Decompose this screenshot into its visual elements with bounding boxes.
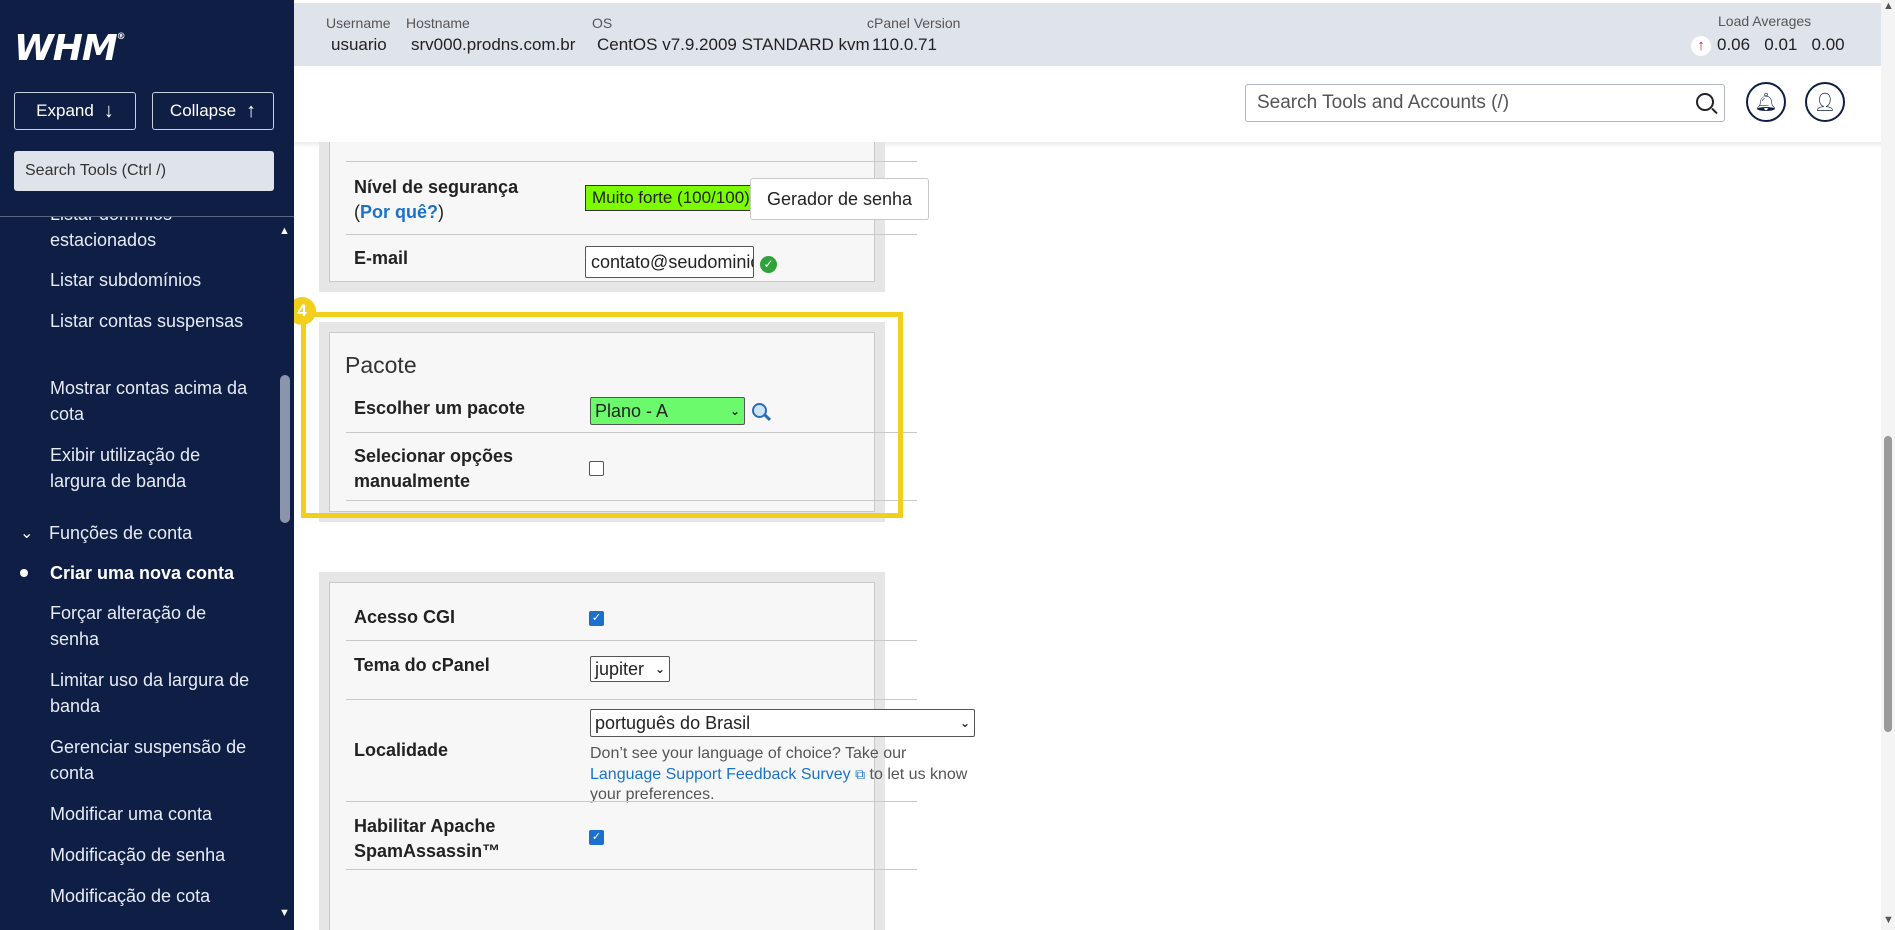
check-ok-icon: ✓ [760,256,777,273]
search-icon[interactable] [1696,93,1714,111]
tools-search-input[interactable]: Search Tools and Accounts (/) [1245,84,1725,122]
security-level-label: Nível de segurança (Por quê?) [354,175,518,225]
load-averages-label: Load Averages [1718,13,1812,29]
arrow-down-icon: ↓ [103,99,114,122]
security-level-text: Nível de segurança [354,177,519,197]
os-value: CentOS v7.9.2009 STANDARD kvm [597,35,870,54]
language-survey-link[interactable]: Language Support Feedback Survey [590,766,851,783]
row-divider [346,801,917,802]
row-divider [346,234,917,235]
os-info: OS CentOS v7.9.2009 STANDARD kvm [592,15,870,55]
username-value: usuario [331,35,387,54]
server-info-bar: Username usuario Hostname srv000.prodns.… [294,0,1895,66]
scroll-down-icon[interactable]: ▼ [279,907,290,919]
username-label: Username [326,15,391,31]
cgi-access-checkbox[interactable]: ✓ [589,611,604,626]
email-field[interactable]: contato@seudominio.com [585,246,754,278]
whm-logo[interactable]: WHM® [14,28,126,69]
hostname-info: Hostname srv000.prodns.com.br [406,15,575,55]
why-link[interactable]: Por quê? [360,202,438,222]
password-strength-meter: Muito forte (100/100) [585,185,757,211]
collapse-button[interactable]: Collapse ↑ [152,92,274,130]
scroll-up-icon[interactable]: ▲ [279,225,290,237]
bell-icon: 🔔︎ [1754,91,1778,112]
active-dot-icon [20,569,28,577]
theme-select-value: jupiter [595,658,645,679]
cpanel-theme-label: Tema do cPanel [354,655,490,675]
notifications-button[interactable]: 🔔︎ [1746,82,1786,122]
load-up-arrow-icon: ↑ [1691,36,1711,56]
main-header: Search Tools and Accounts (/) 🔔︎ 👤︎ [294,66,1895,142]
spamassassin-label: Habilitar Apache SpamAssassin™ [354,816,501,861]
password-panel: Nível de segurança (Por quê?) Muito fort… [319,142,929,292]
step-highlight-frame [301,312,903,518]
sidebar-scroll-thumb[interactable] [280,375,290,523]
load-3: 0.00 [1811,35,1845,54]
locale-help-text: Don’t see your language of choice? Take … [590,744,970,805]
sidebar-item-criar-nova-conta[interactable]: Criar uma nova conta [50,560,260,586]
sidebar-search-input[interactable]: Search Tools (Ctrl /) [14,151,274,191]
sidebar-item-limitar-uso-largura-banda[interactable]: Limitar uso da largura de banda [50,667,260,719]
sidebar-item-modificacao-cota[interactable]: Modificação de cota [50,883,260,909]
cpanel-version-info: cPanel Version 110.0.71 [867,15,960,55]
main-content: Nível de segurança (Por quê?) Muito fort… [294,142,1895,930]
options-panel-inner: Acesso CGI ✓ Tema do cPanel jupiter ⌄ Loc… [329,582,975,930]
page-scroll-thumb[interactable] [1884,436,1892,732]
sidebar-item-modificar-conta[interactable]: Modificar uma conta [50,801,260,827]
sidebar-nav: Listar domínios estacionados Listar subd… [0,217,276,930]
logo-mark: ® [116,32,126,42]
sidebar-group-funcoes-de-conta[interactable]: Funções de conta [49,520,259,546]
user-icon: 👤︎ [1813,91,1837,112]
locale-label: Localidade [354,740,449,760]
cgi-access-label: Acesso CGI [354,607,456,627]
load-averages: Load Averages ↑ 0.06 0.01 0.00 [1691,13,1845,56]
sidebar-item-modificacao-senha[interactable]: Modificação de senha [50,842,260,868]
external-link-icon[interactable]: ⧉ [855,766,865,782]
os-label: OS [592,15,613,31]
sidebar-scrollbar[interactable]: ▲ ▼ [276,217,294,930]
sidebar: WHM® Expand ↓ Collapse ↑ Search Tools (Ctr… [0,0,294,930]
chevron-down-icon[interactable]: ⌄ [20,523,33,543]
sidebar-item-mostrar-contas-acima-da-cota[interactable]: Mostrar contas acima da cota [50,375,260,427]
load-1: 0.06 [1717,35,1751,54]
row-divider [346,699,917,700]
chevron-down-icon: ⌄ [654,662,665,676]
row-divider [346,869,917,870]
user-menu-button[interactable]: 👤︎ [1805,82,1845,122]
expand-label: Expand [36,101,94,120]
spamassassin-checkbox[interactable]: ✓ [589,830,604,845]
sidebar-item-listar-contas-suspensas[interactable]: Listar contas suspensas [50,308,260,334]
collapse-label: Collapse [169,101,237,120]
locale-help-text-1: Don’t see your language of choice? Take … [590,745,907,762]
chevron-down-icon: ⌄ [959,716,970,730]
sidebar-item-listar-subdominios[interactable]: Listar subdomínios [50,267,260,293]
email-label: E-mail [354,248,409,268]
sidebar-item-forcar-alteracao-senha[interactable]: Forçar alteração de senha [50,600,260,652]
paren-close: ) [438,202,445,222]
sidebar-item-gerenciar-suspensao[interactable]: Gerenciar suspensão de conta [50,734,260,786]
password-generator-button[interactable]: Gerador de senha [750,178,929,220]
hostname-value: srv000.prodns.com.br [411,35,576,54]
search-placeholder: Search Tools and Accounts (/) [1257,92,1510,113]
sidebar-item-listar-dominios-estacionados[interactable]: Listar domínios estacionados [50,217,260,253]
cpanel-version-value: 110.0.71 [872,35,937,54]
password-panel-inner: Nível de segurança (Por quê?) Muito fort… [329,142,929,282]
logo-text: WHM [14,28,118,69]
locale-select[interactable]: português do Brasil ⌄ [590,709,975,737]
row-divider [346,640,917,641]
scroll-up-icon[interactable]: ▲ [1883,0,1894,12]
load-2: 0.01 [1764,35,1798,54]
arrow-up-icon: ↑ [246,99,257,122]
username-info: Username usuario [326,15,391,55]
expand-button[interactable]: Expand ↓ [14,92,136,130]
options-panel: Acesso CGI ✓ Tema do cPanel jupiter ⌄ Loc… [319,572,975,930]
locale-select-value: português do Brasil [595,712,751,733]
page-scrollbar[interactable]: ▲ ▼ [1881,0,1895,930]
cpanel-theme-select[interactable]: jupiter ⌄ [590,656,670,682]
row-divider [346,161,917,162]
sidebar-item-exibir-utilizacao-largura-banda[interactable]: Exibir utilização de largura de banda [50,442,260,494]
scroll-down-icon[interactable]: ▼ [1883,914,1894,926]
hostname-label: Hostname [406,15,470,31]
cpanel-version-label: cPanel Version [867,15,961,31]
